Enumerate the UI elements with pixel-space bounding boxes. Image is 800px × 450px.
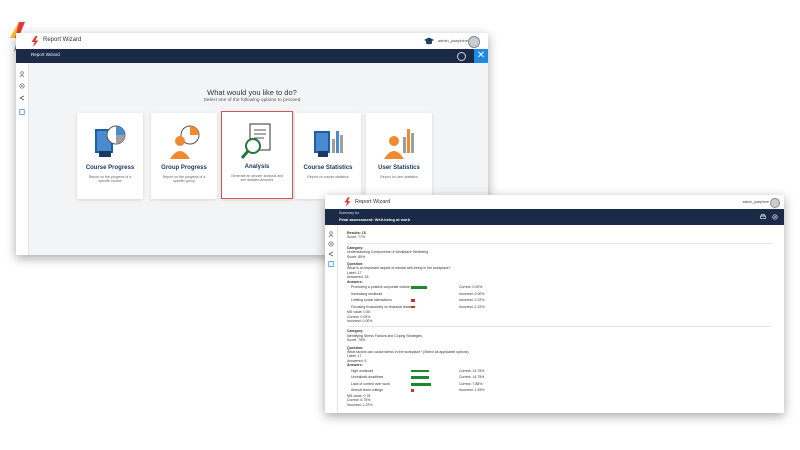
list-item: Unrealistic deadlines Correct: 14.75%	[351, 375, 485, 380]
card-title: Course Statistics	[303, 165, 353, 171]
group-progress-icon	[170, 125, 200, 159]
user-icon[interactable]	[328, 231, 334, 237]
card-title: User Statistics	[378, 165, 420, 171]
page-subtitle: Select one of the following options to p…	[203, 98, 301, 103]
title-bar: Report Wizard admin_josephine	[16, 33, 488, 50]
course-progress-icon	[95, 125, 126, 157]
list-item: Limiting social interactions Incorrect: 2…	[351, 298, 485, 303]
course-statistics-card[interactable]: Course Statistics Report on course stati…	[295, 113, 361, 199]
answer-list: High workload Correct: 14.75% Unrealistic…	[347, 368, 772, 394]
incorrect-rate: Incorrect: 0.00%	[347, 319, 373, 324]
title-bar: Report Wizard admin_josephine	[325, 195, 784, 210]
page-title: What would you like to do?	[207, 88, 297, 97]
nav-bar: Summary for Final assessment: Well-being…	[325, 209, 784, 225]
print-icon[interactable]	[760, 214, 766, 220]
user-name[interactable]: admin_josephine	[743, 200, 769, 204]
list-item: Focusing exclusively on financial reward…	[351, 304, 485, 309]
report-wizard-window-summary: Report Wizard admin_josephine Summary fo…	[325, 195, 784, 413]
list-item: Lack of control over work Correct: 7.88%	[351, 381, 483, 386]
user-statistics-card[interactable]: User Statistics Report on user statistic…	[366, 113, 432, 199]
analysis-magnifier-icon	[240, 123, 271, 159]
analysis-card[interactable]: Analysis Generate an answer analysis and…	[221, 111, 293, 199]
card-description: Generate an answer analysis and see deta…	[230, 174, 284, 183]
card-description: Report on user statistics	[380, 175, 418, 179]
summary-label: Summary for	[339, 211, 360, 215]
sidebar	[325, 225, 338, 413]
list-item: Increasing workload Incorrect: 0.00%	[351, 291, 485, 296]
course-statistics-icon	[314, 131, 343, 157]
avatar[interactable]	[468, 36, 480, 48]
user-statistics-icon	[384, 129, 414, 159]
group-progress-card[interactable]: Group Progress Report on the progress of…	[151, 113, 217, 199]
incorrect-rate: Incorrect: 2.22%	[347, 402, 373, 407]
graduation-cap-icon[interactable]	[424, 37, 434, 45]
bolt-logo-icon	[344, 197, 351, 207]
card-description: Report on the progress of a specific gro…	[162, 175, 206, 184]
nav-title: Report Wizard	[31, 52, 60, 57]
report-icon[interactable]	[19, 109, 25, 115]
list-item: High workload Correct: 14.75%	[351, 368, 485, 373]
user-icon[interactable]	[19, 71, 25, 77]
answer-list: Promoting a positive corporate culture Co…	[347, 284, 772, 310]
settings-icon[interactable]	[328, 241, 334, 247]
settings-icon[interactable]	[772, 214, 778, 220]
avatar[interactable]	[770, 198, 780, 208]
course-progress-card[interactable]: Course Progress Report on the progress o…	[77, 113, 143, 199]
nav-bar: Report Wizard ✕	[16, 49, 488, 63]
list-item: Promoting a positive corporate culture Co…	[351, 284, 483, 289]
help-icon[interactable]	[457, 52, 466, 61]
list-item: Annual team outings Incorrect: 1.53%	[351, 388, 485, 393]
share-icon[interactable]	[328, 251, 334, 257]
card-title: Analysis	[244, 164, 270, 170]
results-score: Score: 77%	[347, 235, 366, 240]
report-icon[interactable]	[328, 261, 334, 267]
card-description: Report on the progress of a specific cou…	[88, 175, 132, 184]
app-title: Report Wizard	[355, 198, 391, 205]
user-name[interactable]: admin_josephine	[438, 38, 468, 43]
close-button[interactable]: ✕	[474, 49, 488, 63]
bolt-logo-icon	[31, 36, 39, 47]
summary-content: Results: 18 Score: 77% Category: Underst…	[347, 231, 772, 407]
summary-title: Final assessment: Well-being at work	[339, 217, 411, 222]
card-description: Report on course statistics	[307, 175, 349, 179]
app-title: Report Wizard	[43, 37, 82, 43]
card-title: Course Progress	[85, 165, 135, 171]
card-title: Group Progress	[161, 165, 207, 171]
